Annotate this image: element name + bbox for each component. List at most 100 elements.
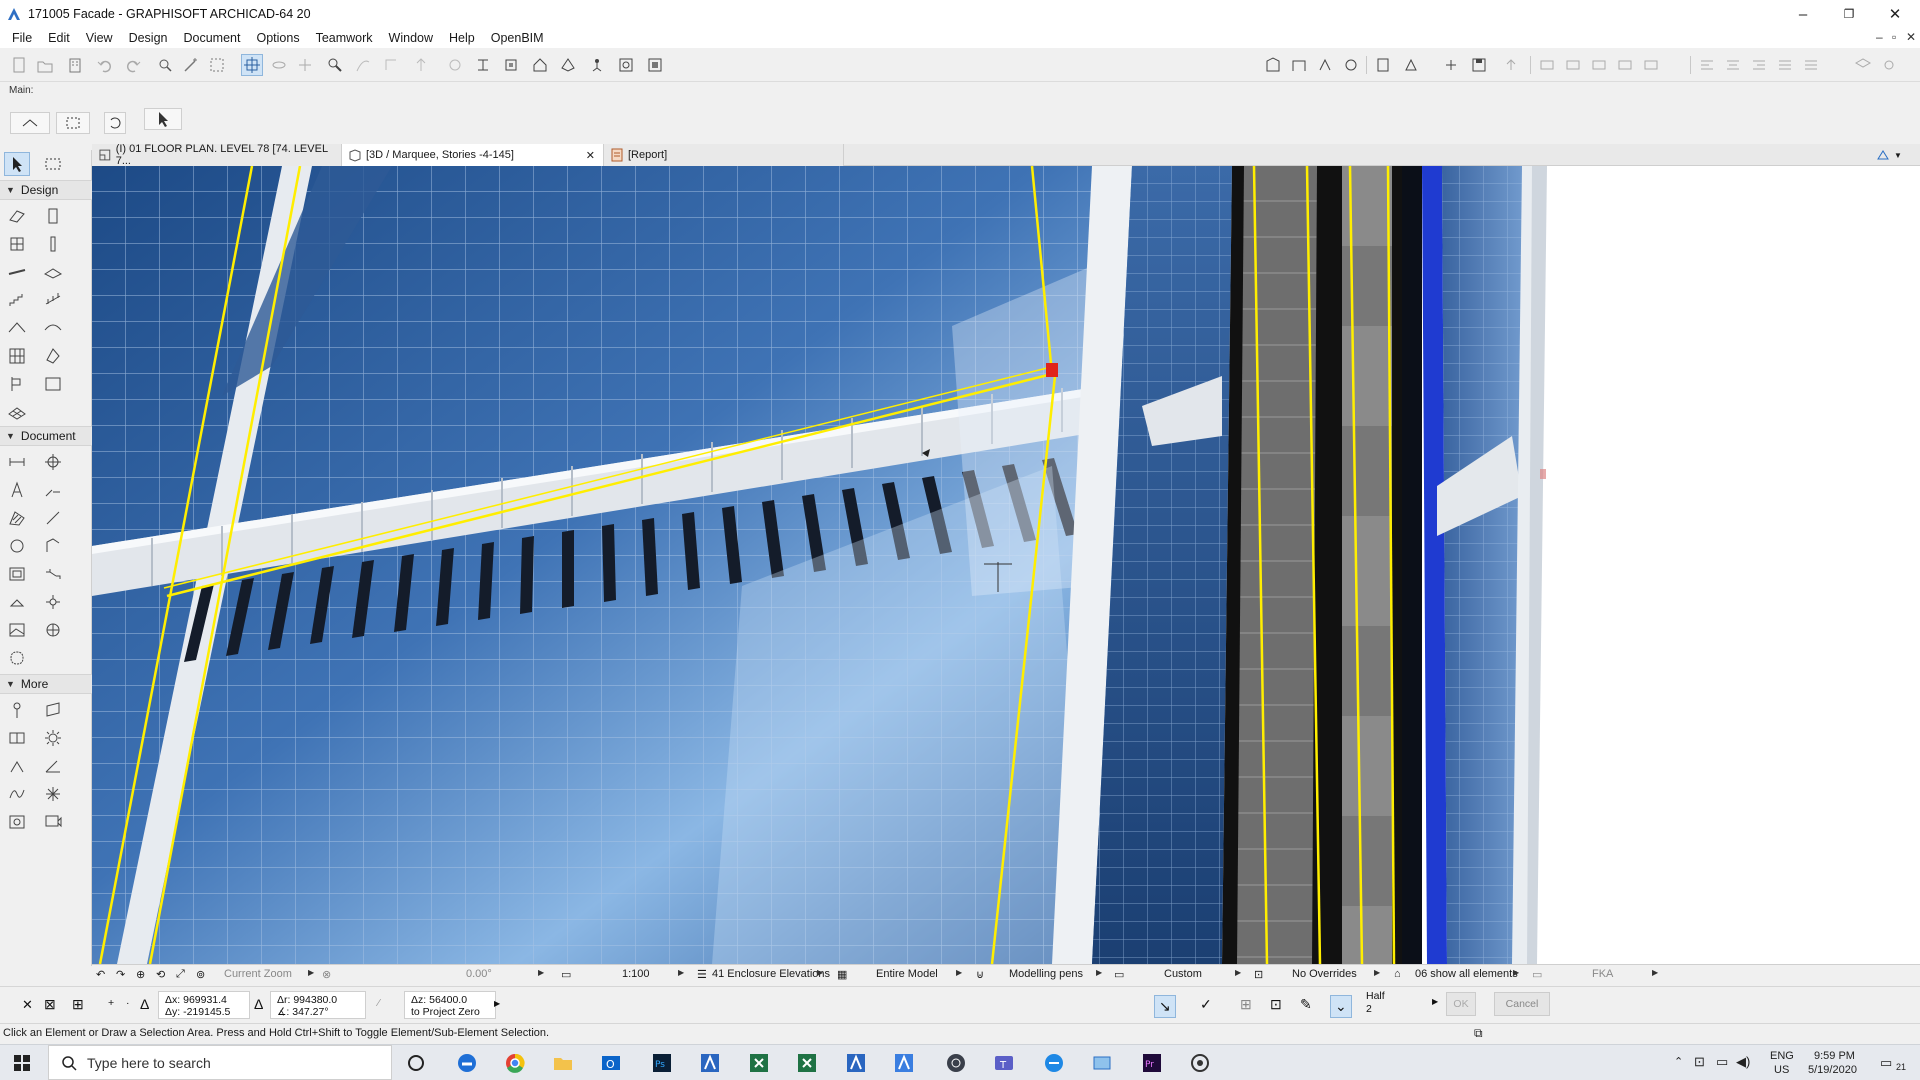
mdi-restore-icon[interactable]: ▫	[1892, 30, 1896, 44]
chevron-right-icon[interactable]: ▶	[1374, 968, 1380, 977]
pen-set-select[interactable]: Modelling pens	[1009, 968, 1083, 980]
render-icon[interactable]	[615, 54, 637, 76]
zoom-in-icon[interactable]: ⊕	[136, 968, 145, 981]
model-select[interactable]: Entire Model	[876, 968, 938, 980]
tab-menu-button[interactable]: ▼	[1870, 144, 1920, 166]
view-option-3-icon[interactable]	[1588, 54, 1610, 76]
mdi-minimize-icon[interactable]: –	[1876, 30, 1883, 44]
beam-tool-icon[interactable]	[4, 260, 30, 284]
slab-tool-icon[interactable]	[40, 260, 66, 284]
lamp-tool-icon[interactable]	[40, 726, 66, 750]
chrome-icon[interactable]	[501, 1049, 529, 1077]
zone-tool-icon[interactable]	[40, 372, 66, 396]
align-bottom-icon[interactable]	[1800, 54, 1822, 76]
object-tool-icon[interactable]	[4, 372, 30, 396]
chevron-right-icon[interactable]: ▶	[1513, 968, 1519, 977]
publish-icon[interactable]	[644, 54, 666, 76]
view-option-5-icon[interactable]	[1640, 54, 1662, 76]
cancel-button[interactable]: Cancel	[1494, 992, 1550, 1016]
align-center-icon[interactable]	[1722, 54, 1744, 76]
angle-dimension-tool-icon[interactable]	[40, 754, 66, 778]
teamwork-icon[interactable]	[1400, 54, 1422, 76]
menu-window[interactable]: Window	[381, 31, 441, 45]
zoom-options-icon[interactable]: ⊚	[196, 968, 205, 981]
grid-element-tool-icon[interactable]	[4, 698, 30, 722]
window-tool-icon[interactable]	[4, 232, 30, 256]
shell-tool-icon[interactable]	[40, 316, 66, 340]
magic-wand-icon[interactable]	[180, 54, 202, 76]
layout-icon[interactable]	[1372, 54, 1394, 76]
menu-edit[interactable]: Edit	[40, 31, 78, 45]
chevron-right-icon[interactable]: ▶	[1235, 968, 1241, 977]
angle-value[interactable]: ∡: 347.27°	[277, 1006, 329, 1018]
snap-guide-icon[interactable]: ⊞	[1240, 996, 1252, 1013]
edge-icon[interactable]	[453, 1049, 481, 1077]
line-tool-icon[interactable]	[40, 506, 66, 530]
column-tool-icon[interactable]	[40, 232, 66, 256]
mesh-tool-icon[interactable]	[4, 400, 30, 424]
polyline-tool-icon[interactable]	[40, 534, 66, 558]
obs-icon[interactable]	[942, 1049, 970, 1077]
volume-icon[interactable]: ◀)	[1736, 1054, 1750, 1070]
gravity-toggle-icon[interactable]	[241, 54, 263, 76]
marquee-tool-icon[interactable]	[40, 152, 66, 176]
marquee-mode-icon[interactable]	[56, 112, 90, 134]
spline-tool-icon[interactable]	[4, 782, 30, 806]
menu-file[interactable]: File	[4, 31, 40, 45]
polar-icon[interactable]: Δ	[254, 996, 263, 1012]
taskbar-search-box[interactable]: Type here to search	[48, 1045, 392, 1080]
display-icon[interactable]: ▭	[1716, 1054, 1728, 1070]
find-select-icon[interactable]	[154, 54, 176, 76]
chevron-right-icon[interactable]: ▶	[1652, 968, 1658, 977]
elevate-icon[interactable]	[410, 54, 432, 76]
language-label[interactable]: ENG	[1770, 1050, 1794, 1062]
teams-icon[interactable]: T	[990, 1049, 1018, 1077]
window-icon[interactable]	[1088, 1049, 1116, 1077]
selection-method-icon[interactable]	[10, 112, 50, 134]
figure-tool-icon[interactable]	[4, 810, 30, 834]
zoom-select[interactable]: Current Zoom	[224, 968, 292, 980]
capture-icon[interactable]	[1186, 1049, 1214, 1077]
pan-icon[interactable]	[294, 54, 316, 76]
archicad-icon[interactable]	[696, 1049, 724, 1077]
hotspot-tool-icon[interactable]	[40, 782, 66, 806]
clock-time[interactable]: 9:59 PM	[1814, 1050, 1855, 1062]
figure-icon[interactable]	[586, 54, 608, 76]
view-option-1-icon[interactable]	[1536, 54, 1558, 76]
interior-elevation-tool-icon[interactable]	[40, 590, 66, 614]
open-icon[interactable]	[34, 54, 56, 76]
graphic-override-select[interactable]: No Overrides	[1292, 968, 1357, 980]
toolbox-document-header[interactable]: ▼ Document	[0, 426, 92, 446]
hotlink-icon[interactable]	[1440, 54, 1462, 76]
label-tool-icon[interactable]	[40, 478, 66, 502]
corner-window-tool-icon[interactable]	[4, 726, 30, 750]
xy-coordinate-box[interactable]: Δx: 969931.4 Δy: -219145.5	[158, 991, 250, 1019]
change-tool-icon[interactable]	[4, 646, 30, 670]
delta-z-value[interactable]: Δz: 56400.0	[411, 994, 467, 1006]
radial-dimension-tool-icon[interactable]	[4, 754, 30, 778]
save-icon[interactable]	[1468, 54, 1490, 76]
navigate-icon[interactable]: ⤢	[176, 968, 185, 981]
drawing-tool-icon[interactable]	[4, 562, 30, 586]
layers-icon[interactable]	[1852, 54, 1874, 76]
building-icon[interactable]	[64, 54, 86, 76]
worksheet-tool-icon[interactable]	[4, 618, 30, 642]
close-tab-icon[interactable]: ✕	[586, 149, 595, 162]
half-value[interactable]: 2	[1366, 1003, 1372, 1015]
magic-icon[interactable]: ✎	[1300, 996, 1312, 1013]
trim-icon[interactable]	[352, 54, 374, 76]
network-icon[interactable]: ⊡	[1694, 1054, 1705, 1070]
dimension-tool-icon[interactable]	[4, 450, 30, 474]
mvo-select[interactable]: Custom	[1164, 968, 1202, 980]
undo-view-icon[interactable]: ↶	[96, 968, 105, 981]
archicad-2-icon[interactable]	[842, 1049, 870, 1077]
file-explorer-icon[interactable]	[549, 1049, 577, 1077]
chevron-right-icon[interactable]: ▶	[678, 968, 684, 977]
wall-tool-icon[interactable]	[4, 204, 30, 228]
view-option-4-icon[interactable]	[1614, 54, 1636, 76]
camera-tool-icon[interactable]	[40, 810, 66, 834]
upload-icon[interactable]	[1500, 54, 1522, 76]
elevation-tool-icon[interactable]	[4, 590, 30, 614]
delta-x-value[interactable]: Δx: 969931.4	[165, 994, 227, 1006]
menu-openbim[interactable]: OpenBIM	[483, 31, 552, 45]
